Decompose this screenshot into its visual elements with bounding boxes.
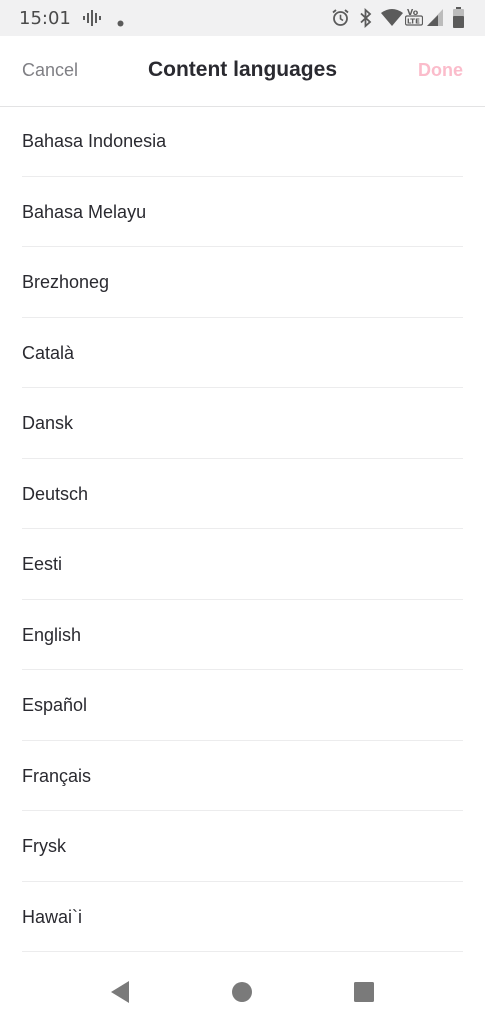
volte-icon: Vo LTE — [404, 7, 424, 32]
language-item[interactable]: Français — [22, 741, 463, 811]
language-list: Bahasa Indonesia Bahasa Melayu Brezhoneg… — [0, 106, 485, 952]
svg-text:Vo: Vo — [407, 8, 419, 17]
language-label: Brezhoneg — [22, 272, 110, 292]
language-item[interactable]: Brezhoneg — [22, 247, 463, 318]
language-label: Català — [22, 342, 75, 363]
language-item[interactable]: Bahasa Melayu — [22, 177, 463, 247]
language-label: Bahasa Melayu — [22, 201, 147, 222]
cancel-button[interactable]: Cancel — [22, 60, 78, 81]
language-item[interactable]: Frysk — [22, 811, 463, 882]
home-circle-icon[interactable] — [228, 978, 256, 1006]
status-time: 15:01 — [19, 8, 71, 29]
language-label: Hawai`i — [22, 906, 83, 927]
wifi-icon — [381, 9, 403, 31]
recents-square-icon[interactable] — [350, 978, 378, 1006]
language-label: Bahasa Indonesia — [22, 131, 167, 151]
language-item[interactable]: Español — [22, 670, 463, 741]
language-label: Frysk — [22, 836, 66, 856]
language-label: Français — [22, 765, 92, 786]
notification-dot-icon — [117, 14, 124, 32]
bluetooth-icon — [359, 7, 373, 33]
navigation-bar — [0, 960, 485, 1024]
status-bar: 15:01 Vo LTE — [0, 0, 485, 36]
language-item[interactable]: Català — [22, 318, 463, 388]
language-item[interactable]: Hawai`i — [22, 882, 463, 952]
done-button[interactable]: Done — [418, 60, 463, 81]
language-item[interactable]: Dansk — [22, 388, 463, 459]
language-label: Español — [22, 695, 88, 715]
back-triangle-icon[interactable] — [107, 978, 135, 1006]
language-item[interactable]: Eesti — [22, 529, 463, 600]
voice-activity-icon — [82, 9, 102, 32]
language-item[interactable]: Bahasa Indonesia — [22, 106, 463, 177]
alarm-icon — [331, 8, 350, 32]
language-item[interactable]: Deutsch — [22, 459, 463, 529]
language-label: Deutsch — [22, 483, 89, 504]
top-bar: Cancel Content languages Done — [0, 36, 485, 107]
battery-icon — [453, 7, 464, 33]
cell-signal-icon — [427, 9, 443, 31]
language-item[interactable]: English — [22, 600, 463, 670]
language-label: Eesti — [22, 554, 63, 574]
svg-text:LTE: LTE — [407, 18, 420, 26]
language-label: English — [22, 624, 82, 645]
language-label: Dansk — [22, 413, 74, 433]
